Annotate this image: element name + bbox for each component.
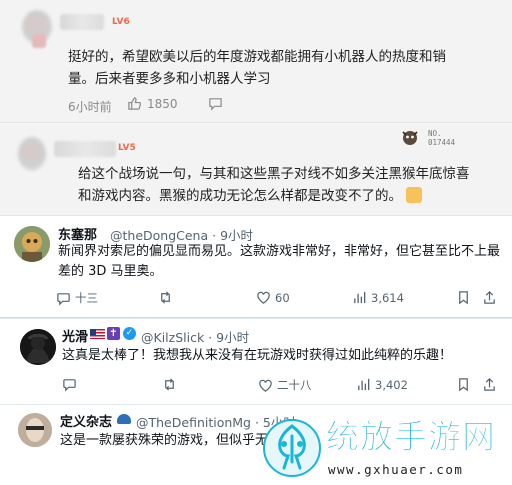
- comment-text: 给这个战场说一句，与其和这些黑子对线不如多关注黑猴年底惊喜 和游戏内容。黑猴的成…: [78, 163, 498, 207]
- share-icon: [484, 378, 495, 391]
- cap-icon: [117, 414, 131, 424]
- bookmark-button[interactable]: [456, 290, 471, 305]
- level-badge: LV6: [112, 17, 130, 27]
- avatar[interactable]: [18, 413, 52, 447]
- watermark-logo-icon: [263, 419, 321, 477]
- tweet-line: 差的 3D 马里奥。: [58, 264, 163, 279]
- like-count: 1850: [147, 96, 178, 111]
- watermark: 统放手游网 www.gxhuaer.com: [262, 416, 508, 482]
- heart-icon: [257, 291, 270, 304]
- views-button[interactable]: 3,614: [352, 290, 404, 305]
- bookmark-icon: [459, 378, 468, 392]
- user-handle: @KilzSlick · 9小时: [141, 330, 250, 345]
- watermark-title: 统放手游网: [326, 417, 496, 457]
- share-button[interactable]: [482, 377, 497, 392]
- fan-badge-icon: [399, 129, 421, 149]
- comment-time: 6小时前: [68, 100, 112, 114]
- retweet-button[interactable]: [158, 290, 173, 305]
- tweet-time: · 9小时: [208, 330, 250, 345]
- cat-emoji-icon: [406, 187, 422, 203]
- avatar[interactable]: [18, 137, 46, 171]
- views-icon: [354, 291, 366, 304]
- username-blurred[interactable]: [54, 141, 116, 157]
- views-icon: [358, 378, 370, 391]
- like-button[interactable]: 60: [256, 290, 290, 305]
- retweet-icon: [161, 291, 170, 304]
- verified-icon: ✓: [123, 327, 136, 340]
- tweet[interactable]: 东塞那 @theDongCena · 9小时 新闻界对索尼的偏见显而易见。这款游…: [0, 215, 512, 314]
- reply-count: 十三: [75, 291, 98, 305]
- view-count: 3,402: [375, 377, 408, 392]
- comment-card: LV5 NO. 017444 给这个战场说一句，与其和这些黑子对线不如多关注黑猴…: [0, 122, 512, 215]
- tweet-text: 这真是太棒了！我想我从来没有在玩游戏时获得过如此纯粹的乐趣！: [62, 348, 453, 363]
- comment-line: 和游戏内容。黑猴的成功无论怎么样都是改变不了的。: [78, 185, 498, 207]
- thumbs-up-icon: [128, 97, 142, 110]
- tweet-time: · 9小时: [212, 228, 254, 243]
- like-button[interactable]: 二十八: [258, 377, 312, 393]
- bookmark-icon: [459, 291, 468, 305]
- share-icon: [484, 291, 495, 304]
- reply-icon: [57, 292, 70, 306]
- tweet-text: 新闻界对索尼的偏见显而易见。这款游戏非常好，非常好，但它甚至比不上最 差的 3D…: [58, 242, 500, 282]
- like-count: 二十八: [277, 378, 312, 392]
- like-count: 60: [275, 290, 290, 305]
- retweet-icon: [165, 378, 174, 391]
- retweet-button[interactable]: [162, 377, 177, 392]
- level-badge: LV5: [118, 143, 136, 153]
- cross-icon: ✝: [107, 327, 120, 340]
- reply-button[interactable]: 十三: [56, 290, 98, 306]
- display-name[interactable]: 定义杂志: [60, 411, 112, 430]
- comment-icon[interactable]: [208, 96, 223, 115]
- comment-card: LV6 挺好的，希望欧美以后的年度游戏都能拥有小机器人的热度和销 量。后来者要多…: [0, 0, 512, 122]
- like-button[interactable]: 1850: [127, 96, 178, 111]
- display-name[interactable]: 东塞那: [58, 224, 97, 243]
- comment-text: 挺好的，希望欧美以后的年度游戏都能拥有小机器人的热度和销 量。后来者要多多和小机…: [68, 46, 498, 90]
- tweet-line: 新闻界对索尼的偏见显而易见。这款游戏非常好，非常好，但它甚至比不上最: [58, 244, 501, 259]
- reply-button[interactable]: [62, 377, 77, 392]
- views-button[interactable]: 3,402: [356, 377, 408, 392]
- reply-icon: [63, 379, 76, 392]
- fan-number-badge: NO. 017444: [428, 129, 456, 147]
- comment-line: 挺好的，希望欧美以后的年度游戏都能拥有小机器人的热度和销: [68, 49, 446, 65]
- display-name[interactable]: 光滑: [62, 326, 88, 345]
- view-count: 3,614: [371, 290, 404, 305]
- bookmark-button[interactable]: [456, 377, 471, 392]
- heart-icon: [259, 379, 272, 392]
- avatar[interactable]: [20, 329, 56, 365]
- username-blurred: [32, 34, 46, 48]
- us-flag-icon: [90, 329, 105, 339]
- avatar[interactable]: [14, 226, 50, 262]
- share-button[interactable]: [482, 290, 497, 305]
- comment-line: 量。后来者要多多和小机器人学习: [68, 71, 271, 87]
- watermark-url: www.gxhuaer.com: [328, 462, 464, 477]
- comment-line: 给这个战场说一句，与其和这些黑子对线不如多关注黑猴年底惊喜: [78, 166, 470, 182]
- tweet[interactable]: 光滑 ✝ ✓ @KilzSlick · 9小时 这真是太棒了！我想我从来没有在玩…: [0, 318, 512, 401]
- username-blurred[interactable]: [60, 14, 104, 30]
